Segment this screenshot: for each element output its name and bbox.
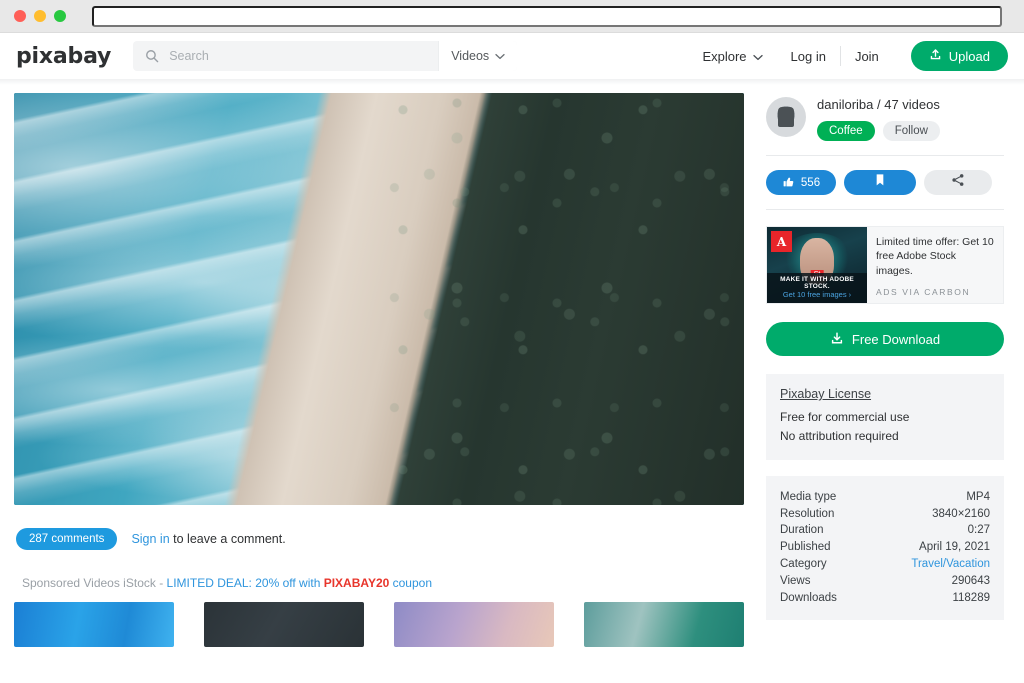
action-buttons: 556 bbox=[766, 170, 1004, 195]
comment-signin-hint: Sign in to leave a comment. bbox=[131, 532, 285, 546]
share-icon bbox=[951, 173, 965, 192]
bookmark-icon bbox=[874, 173, 886, 192]
uploader-name[interactable]: daniloriba / 47 videos bbox=[817, 97, 940, 112]
comment-hint-text: to leave a comment. bbox=[169, 532, 286, 546]
metadata-label: Media type bbox=[780, 490, 837, 503]
metadata-row: Published April 19, 2021 bbox=[780, 540, 990, 557]
comments-count-badge[interactable]: 287 comments bbox=[16, 528, 118, 550]
ad-caption: MAKE IT WITH ADOBE STOCK. Get 10 free im… bbox=[767, 273, 867, 303]
metadata-label: Views bbox=[780, 574, 811, 587]
minimize-window-button[interactable] bbox=[34, 10, 46, 22]
search-input[interactable] bbox=[169, 49, 439, 63]
uploader-details: daniloriba / 47 videos Coffee Follow bbox=[817, 97, 940, 141]
ad-image[interactable]: A St MAKE IT WITH ADOBE STOCK. Get 10 fr… bbox=[767, 227, 867, 303]
sidebar: daniloriba / 47 videos Coffee Follow 556 bbox=[766, 93, 1004, 647]
address-bar[interactable] bbox=[92, 5, 1002, 27]
header-nav: Explore Log in Join Upload bbox=[688, 41, 1008, 71]
nav-explore-label: Explore bbox=[702, 48, 747, 64]
ad-text[interactable]: Limited time offer: Get 10 free Adobe St… bbox=[876, 235, 994, 278]
ad-caption-primary: MAKE IT WITH ADOBE STOCK. bbox=[780, 276, 854, 290]
metadata-label: Category bbox=[780, 558, 827, 571]
metadata-row: Media type MP4 bbox=[780, 489, 990, 506]
metadata-value[interactable]: Travel/Vacation bbox=[911, 557, 990, 573]
metadata-label: Resolution bbox=[780, 507, 835, 520]
main-content: 287 comments Sign in to leave a comment.… bbox=[14, 93, 744, 647]
sponsored-line: Sponsored Videos iStock - LIMITED DEAL: … bbox=[14, 576, 744, 590]
sidebar-divider-bottom bbox=[766, 209, 1004, 210]
comments-row: 287 comments Sign in to leave a comment. bbox=[14, 528, 744, 550]
metadata-panel: Media type MP4 Resolution 3840×2160 Duration… bbox=[766, 476, 1004, 621]
video-forest-texture bbox=[379, 93, 744, 505]
page-body: 287 comments Sign in to leave a comment.… bbox=[0, 85, 1024, 647]
thumbnail-teal-wave[interactable] bbox=[584, 602, 744, 647]
chevron-down-icon bbox=[752, 49, 763, 64]
nav-join[interactable]: Join bbox=[841, 43, 893, 69]
avatar[interactable] bbox=[766, 97, 806, 137]
sponsored-prefix: Sponsored Videos iStock - bbox=[22, 576, 167, 590]
free-download-button[interactable]: Free Download bbox=[766, 322, 1004, 356]
pixabay-logo[interactable]: pixabay bbox=[16, 44, 111, 69]
metadata-value: 290643 bbox=[951, 574, 990, 587]
sponsored-deal[interactable]: LIMITED DEAL: 20% off with bbox=[167, 576, 324, 590]
metadata-label: Published bbox=[780, 541, 831, 554]
like-count: 556 bbox=[800, 176, 821, 189]
window-controls[interactable] bbox=[14, 10, 66, 22]
share-button[interactable] bbox=[924, 170, 992, 195]
signin-link[interactable]: Sign in bbox=[131, 532, 169, 546]
download-icon bbox=[830, 331, 844, 348]
license-line-2: No attribution required bbox=[780, 428, 899, 443]
upload-label: Upload bbox=[948, 48, 990, 64]
metadata-value: 3840×2160 bbox=[932, 507, 990, 520]
license-line-1: Free for commercial use bbox=[780, 410, 910, 424]
ad-caption-link[interactable]: Get 10 free images › bbox=[769, 290, 865, 299]
carbon-ad[interactable]: A St MAKE IT WITH ADOBE STOCK. Get 10 fr… bbox=[766, 226, 1004, 304]
sponsored-suffix: coupon bbox=[389, 576, 432, 590]
metadata-value: 0:27 bbox=[967, 524, 990, 537]
nav-explore[interactable]: Explore bbox=[688, 43, 776, 69]
maximize-window-button[interactable] bbox=[54, 10, 66, 22]
metadata-value: 118289 bbox=[952, 591, 990, 604]
license-panel: Pixabay License Free for commercial use … bbox=[766, 374, 1004, 461]
sidebar-divider-top bbox=[766, 155, 1004, 156]
uploader-badges: Coffee Follow bbox=[817, 121, 940, 141]
metadata-row: Downloads 118289 bbox=[780, 590, 990, 607]
search-icon bbox=[145, 49, 159, 63]
upload-button[interactable]: Upload bbox=[910, 41, 1008, 71]
site-header: pixabay Videos Explore Log in Join Uploa… bbox=[0, 33, 1024, 79]
free-download-label: Free Download bbox=[851, 331, 941, 347]
sponsored-thumbnail-strip bbox=[14, 602, 744, 647]
chevron-down-icon bbox=[495, 49, 505, 63]
nav-login[interactable]: Log in bbox=[777, 43, 840, 69]
like-button[interactable]: 556 bbox=[766, 170, 836, 195]
ad-body: Limited time offer: Get 10 free Adobe St… bbox=[867, 227, 1003, 303]
adobe-logo-icon: A bbox=[771, 231, 792, 252]
follow-button[interactable]: Follow bbox=[882, 121, 940, 141]
metadata-row: Category Travel/Vacation bbox=[780, 557, 990, 574]
search-type-label: Videos bbox=[451, 49, 490, 63]
close-window-button[interactable] bbox=[14, 10, 26, 22]
browser-chrome bbox=[0, 0, 1024, 33]
thumbs-up-icon bbox=[782, 175, 795, 191]
search-type-dropdown[interactable]: Videos bbox=[438, 41, 518, 71]
video-player[interactable] bbox=[14, 93, 744, 505]
bookmark-button[interactable] bbox=[844, 170, 916, 195]
ad-attribution[interactable]: ADS VIA CARBON bbox=[876, 287, 994, 297]
metadata-label: Duration bbox=[780, 524, 824, 537]
thumbnail-purple-sunset[interactable] bbox=[394, 602, 554, 647]
thumbnail-dark-clouds[interactable] bbox=[204, 602, 364, 647]
metadata-value: April 19, 2021 bbox=[919, 541, 990, 554]
metadata-row: Resolution 3840×2160 bbox=[780, 506, 990, 523]
metadata-label: Downloads bbox=[780, 591, 837, 604]
license-title-link[interactable]: Pixabay License bbox=[780, 387, 990, 401]
uploader-info: daniloriba / 47 videos Coffee Follow bbox=[766, 93, 1004, 141]
thumbnail-blue-water[interactable] bbox=[14, 602, 174, 647]
metadata-value: MP4 bbox=[966, 490, 990, 503]
upload-icon bbox=[929, 48, 942, 64]
metadata-row: Duration 0:27 bbox=[780, 523, 990, 540]
metadata-row: Views 290643 bbox=[780, 573, 990, 590]
coffee-button[interactable]: Coffee bbox=[817, 121, 875, 141]
search-bar[interactable]: Videos bbox=[133, 41, 518, 71]
sponsored-coupon-code: PIXABAY20 bbox=[323, 576, 390, 590]
